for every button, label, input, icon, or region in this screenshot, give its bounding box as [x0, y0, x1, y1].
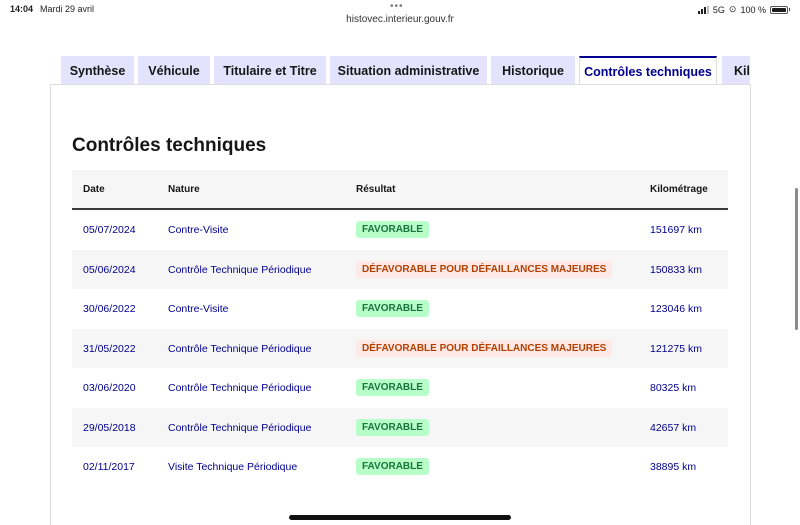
row-date: 05/07/2024 — [83, 224, 136, 236]
status-date: Mardi 29 avril — [40, 4, 95, 14]
row-nature: Contre-Visite — [168, 224, 229, 236]
row-date: 02/11/2017 — [83, 461, 135, 473]
row-date: 29/05/2018 — [83, 421, 136, 434]
url-bar[interactable]: histovec.interieur.gouv.fr — [0, 14, 800, 25]
tab-historique[interactable]: Historique — [491, 56, 575, 85]
tab-titulaire-titre[interactable]: Titulaire et Titre — [214, 56, 326, 85]
signal-icon — [697, 5, 709, 14]
header-nature: Nature — [168, 184, 200, 195]
row-km: 151697 km — [650, 224, 702, 236]
header-date: Date — [83, 184, 105, 195]
row-km: 38895 km — [650, 461, 697, 473]
result-badge: FAVORABLE — [356, 379, 429, 396]
row-nature: Contrôle Technique Périodique — [168, 263, 312, 276]
tab-situation-administrative[interactable]: Situation administrative — [330, 56, 487, 85]
tab-bar: Synthèse Véhicule Titulaire et Titre Sit… — [61, 56, 750, 85]
tab-vehicule[interactable]: Véhicule — [138, 56, 210, 85]
controls-table: Date Nature Résultat Kilométrage 05/07/2… — [72, 170, 728, 487]
table-row: 05/06/2024 Contrôle Technique Périodique… — [72, 249, 728, 289]
row-km: 121275 km — [650, 342, 702, 355]
table-row: 29/05/2018 Contrôle Technique Périodique… — [72, 407, 728, 447]
table-header: Date Nature Résultat Kilométrage — [72, 170, 728, 210]
multitask-dots-icon[interactable]: ••• — [390, 1, 404, 12]
page-scrollbar[interactable] — [795, 188, 798, 330]
tab-synthese[interactable]: Synthèse — [61, 56, 134, 85]
tab-controles-techniques[interactable]: Contrôles techniques — [579, 56, 717, 85]
result-badge: DÉFAVORABLE POUR DÉFAILLANCES MAJEURES — [356, 260, 613, 278]
result-badge: FAVORABLE — [356, 418, 429, 436]
table-row: 05/07/2024 Contre-Visite FAVORABLE 15169… — [72, 210, 728, 250]
network-label: 5G — [712, 4, 725, 15]
table-row: 30/06/2022 Contre-Visite FAVORABLE 12304… — [72, 289, 728, 329]
table-row: 03/06/2020 Contrôle Technique Périodique… — [72, 368, 728, 408]
row-nature: Contrôle Technique Périodique — [168, 342, 312, 355]
row-date: 30/06/2022 — [83, 303, 136, 315]
home-indicator[interactable] — [289, 515, 511, 520]
battery-label: 100 % — [740, 4, 766, 15]
result-badge: FAVORABLE — [356, 300, 429, 317]
table-row: 31/05/2022 Contrôle Technique Périodique… — [72, 328, 728, 368]
battery-icon — [770, 5, 788, 14]
row-date: 03/06/2020 — [83, 382, 136, 394]
row-km: 150833 km — [650, 263, 702, 276]
header-kilometrage: Kilométrage — [650, 184, 708, 195]
row-nature: Visite Technique Périodique — [168, 461, 298, 473]
row-km: 123046 km — [650, 303, 702, 315]
row-date: 31/05/2022 — [83, 342, 136, 355]
status-time: 14:04 — [10, 4, 34, 14]
header-resultat: Résultat — [356, 184, 396, 195]
row-date: 05/06/2024 — [83, 263, 136, 276]
result-badge: FAVORABLE — [356, 221, 429, 238]
row-nature: Contrôle Technique Périodique — [168, 382, 312, 394]
section-title: Contrôles techniques — [72, 135, 267, 156]
row-km: 42657 km — [650, 421, 697, 434]
table-row: 02/11/2017 Visite Technique Périodique F… — [72, 447, 728, 487]
result-badge: DÉFAVORABLE POUR DÉFAILLANCES MAJEURES — [356, 339, 613, 357]
row-nature: Contrôle Technique Périodique — [168, 421, 312, 434]
result-badge: FAVORABLE — [356, 458, 429, 475]
row-km: 80325 km — [650, 382, 697, 394]
tab-kilometrage[interactable]: Kilométrage — [722, 56, 750, 85]
row-nature: Contre-Visite — [168, 303, 229, 315]
